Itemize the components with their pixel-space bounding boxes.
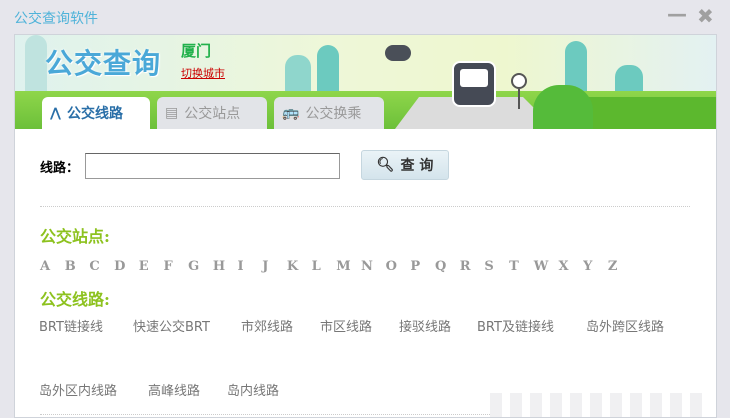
route-category-link[interactable]: 市区线路 bbox=[320, 316, 372, 339]
station-letter-link[interactable]: T bbox=[509, 259, 534, 274]
station-letter-index: ABCDEFGHIJKLMNOPQRSTWXYZ bbox=[40, 259, 633, 274]
tab-bus-stations[interactable]: ▤ 公交站点 bbox=[157, 97, 267, 129]
route-category-link[interactable]: 高峰线路 bbox=[148, 380, 200, 403]
bush-decoration bbox=[533, 85, 593, 129]
current-city: 厦门 bbox=[181, 42, 212, 60]
close-button[interactable]: ✖ bbox=[697, 4, 714, 28]
window-title: 公交查询软件 bbox=[14, 11, 98, 27]
station-letter-link[interactable]: H bbox=[213, 259, 238, 274]
route-icon: ⋀ bbox=[50, 105, 61, 121]
station-letter-link[interactable]: I bbox=[238, 259, 263, 274]
main-panel: 公交查询 厦门 切换城市 ⋀ 公交线路 ▤ 公交站点 🚌 公交换乘 线路： 🔍︎… bbox=[14, 34, 717, 418]
station-letter-link[interactable]: J bbox=[262, 259, 287, 274]
tab-label: 公交换乘 bbox=[305, 106, 362, 122]
search-button[interactable]: 🔍︎ 查 询 bbox=[361, 150, 449, 180]
tab-label: 公交线路 bbox=[66, 106, 123, 122]
station-letter-link[interactable]: G bbox=[188, 259, 213, 274]
station-letter-link[interactable]: N bbox=[361, 259, 386, 274]
route-input[interactable] bbox=[85, 153, 340, 179]
banner: 公交查询 厦门 切换城市 ⋀ 公交线路 ▤ 公交站点 🚌 公交换乘 bbox=[15, 35, 716, 129]
route-category-link[interactable]: BRT链接线 bbox=[39, 316, 103, 339]
route-category-link[interactable]: 接驳线路 bbox=[399, 316, 451, 339]
tab-bus-routes[interactable]: ⋀ 公交线路 bbox=[42, 97, 150, 129]
station-letter-link[interactable]: E bbox=[139, 259, 164, 274]
tab-label: 公交站点 bbox=[184, 106, 241, 122]
station-letter-link[interactable]: W bbox=[534, 259, 559, 274]
station-letter-link[interactable]: O bbox=[386, 259, 411, 274]
station-letter-link[interactable]: X bbox=[558, 259, 583, 274]
route-label: 线路： bbox=[40, 161, 80, 176]
station-letter-link[interactable]: Y bbox=[583, 259, 608, 274]
route-category-link[interactable]: 市郊线路 bbox=[241, 316, 293, 339]
cloud-icon bbox=[385, 45, 411, 61]
station-letter-link[interactable]: C bbox=[89, 259, 114, 274]
station-letter-link[interactable]: F bbox=[163, 259, 188, 274]
switch-city-link[interactable]: 切换城市 bbox=[181, 65, 225, 81]
station-letter-link[interactable]: S bbox=[484, 259, 509, 274]
station-letter-link[interactable]: Q bbox=[435, 259, 460, 274]
app-logo: 公交查询 bbox=[45, 47, 162, 80]
transfer-icon: 🚌 bbox=[282, 105, 300, 121]
station-icon: ▤ bbox=[165, 105, 179, 121]
route-category-link[interactable]: 岛内线路 bbox=[227, 380, 279, 403]
station-letter-link[interactable]: M bbox=[336, 259, 361, 274]
station-letter-link[interactable]: K bbox=[287, 259, 312, 274]
station-letter-link[interactable]: B bbox=[65, 259, 90, 274]
station-letter-link[interactable]: Z bbox=[608, 259, 633, 274]
route-category-link[interactable]: 岛外区内线路 bbox=[39, 380, 117, 403]
bus-stop-icon bbox=[511, 73, 527, 89]
skyline-watermark bbox=[490, 393, 710, 417]
station-letter-link[interactable]: R bbox=[460, 259, 485, 274]
route-category-link[interactable]: BRT及链接线 bbox=[477, 316, 554, 339]
search-icon: 🔍︎ bbox=[376, 157, 395, 173]
station-letter-link[interactable]: A bbox=[40, 259, 65, 274]
minimize-button[interactable]: — bbox=[667, 2, 687, 26]
route-category-link[interactable]: 岛外跨区线路 bbox=[586, 316, 666, 339]
route-category-link[interactable]: 快速公交BRT bbox=[133, 316, 210, 339]
station-letter-link[interactable]: D bbox=[114, 259, 139, 274]
stations-heading: 公交站点: bbox=[40, 227, 110, 246]
search-button-label: 查 询 bbox=[400, 158, 434, 174]
station-letter-link[interactable]: L bbox=[312, 259, 337, 274]
divider bbox=[40, 206, 690, 207]
station-letter-link[interactable]: P bbox=[410, 259, 435, 274]
routes-heading: 公交线路: bbox=[40, 290, 110, 309]
bus-icon bbox=[452, 61, 496, 107]
tab-bus-transfer[interactable]: 🚌 公交换乘 bbox=[274, 97, 384, 129]
